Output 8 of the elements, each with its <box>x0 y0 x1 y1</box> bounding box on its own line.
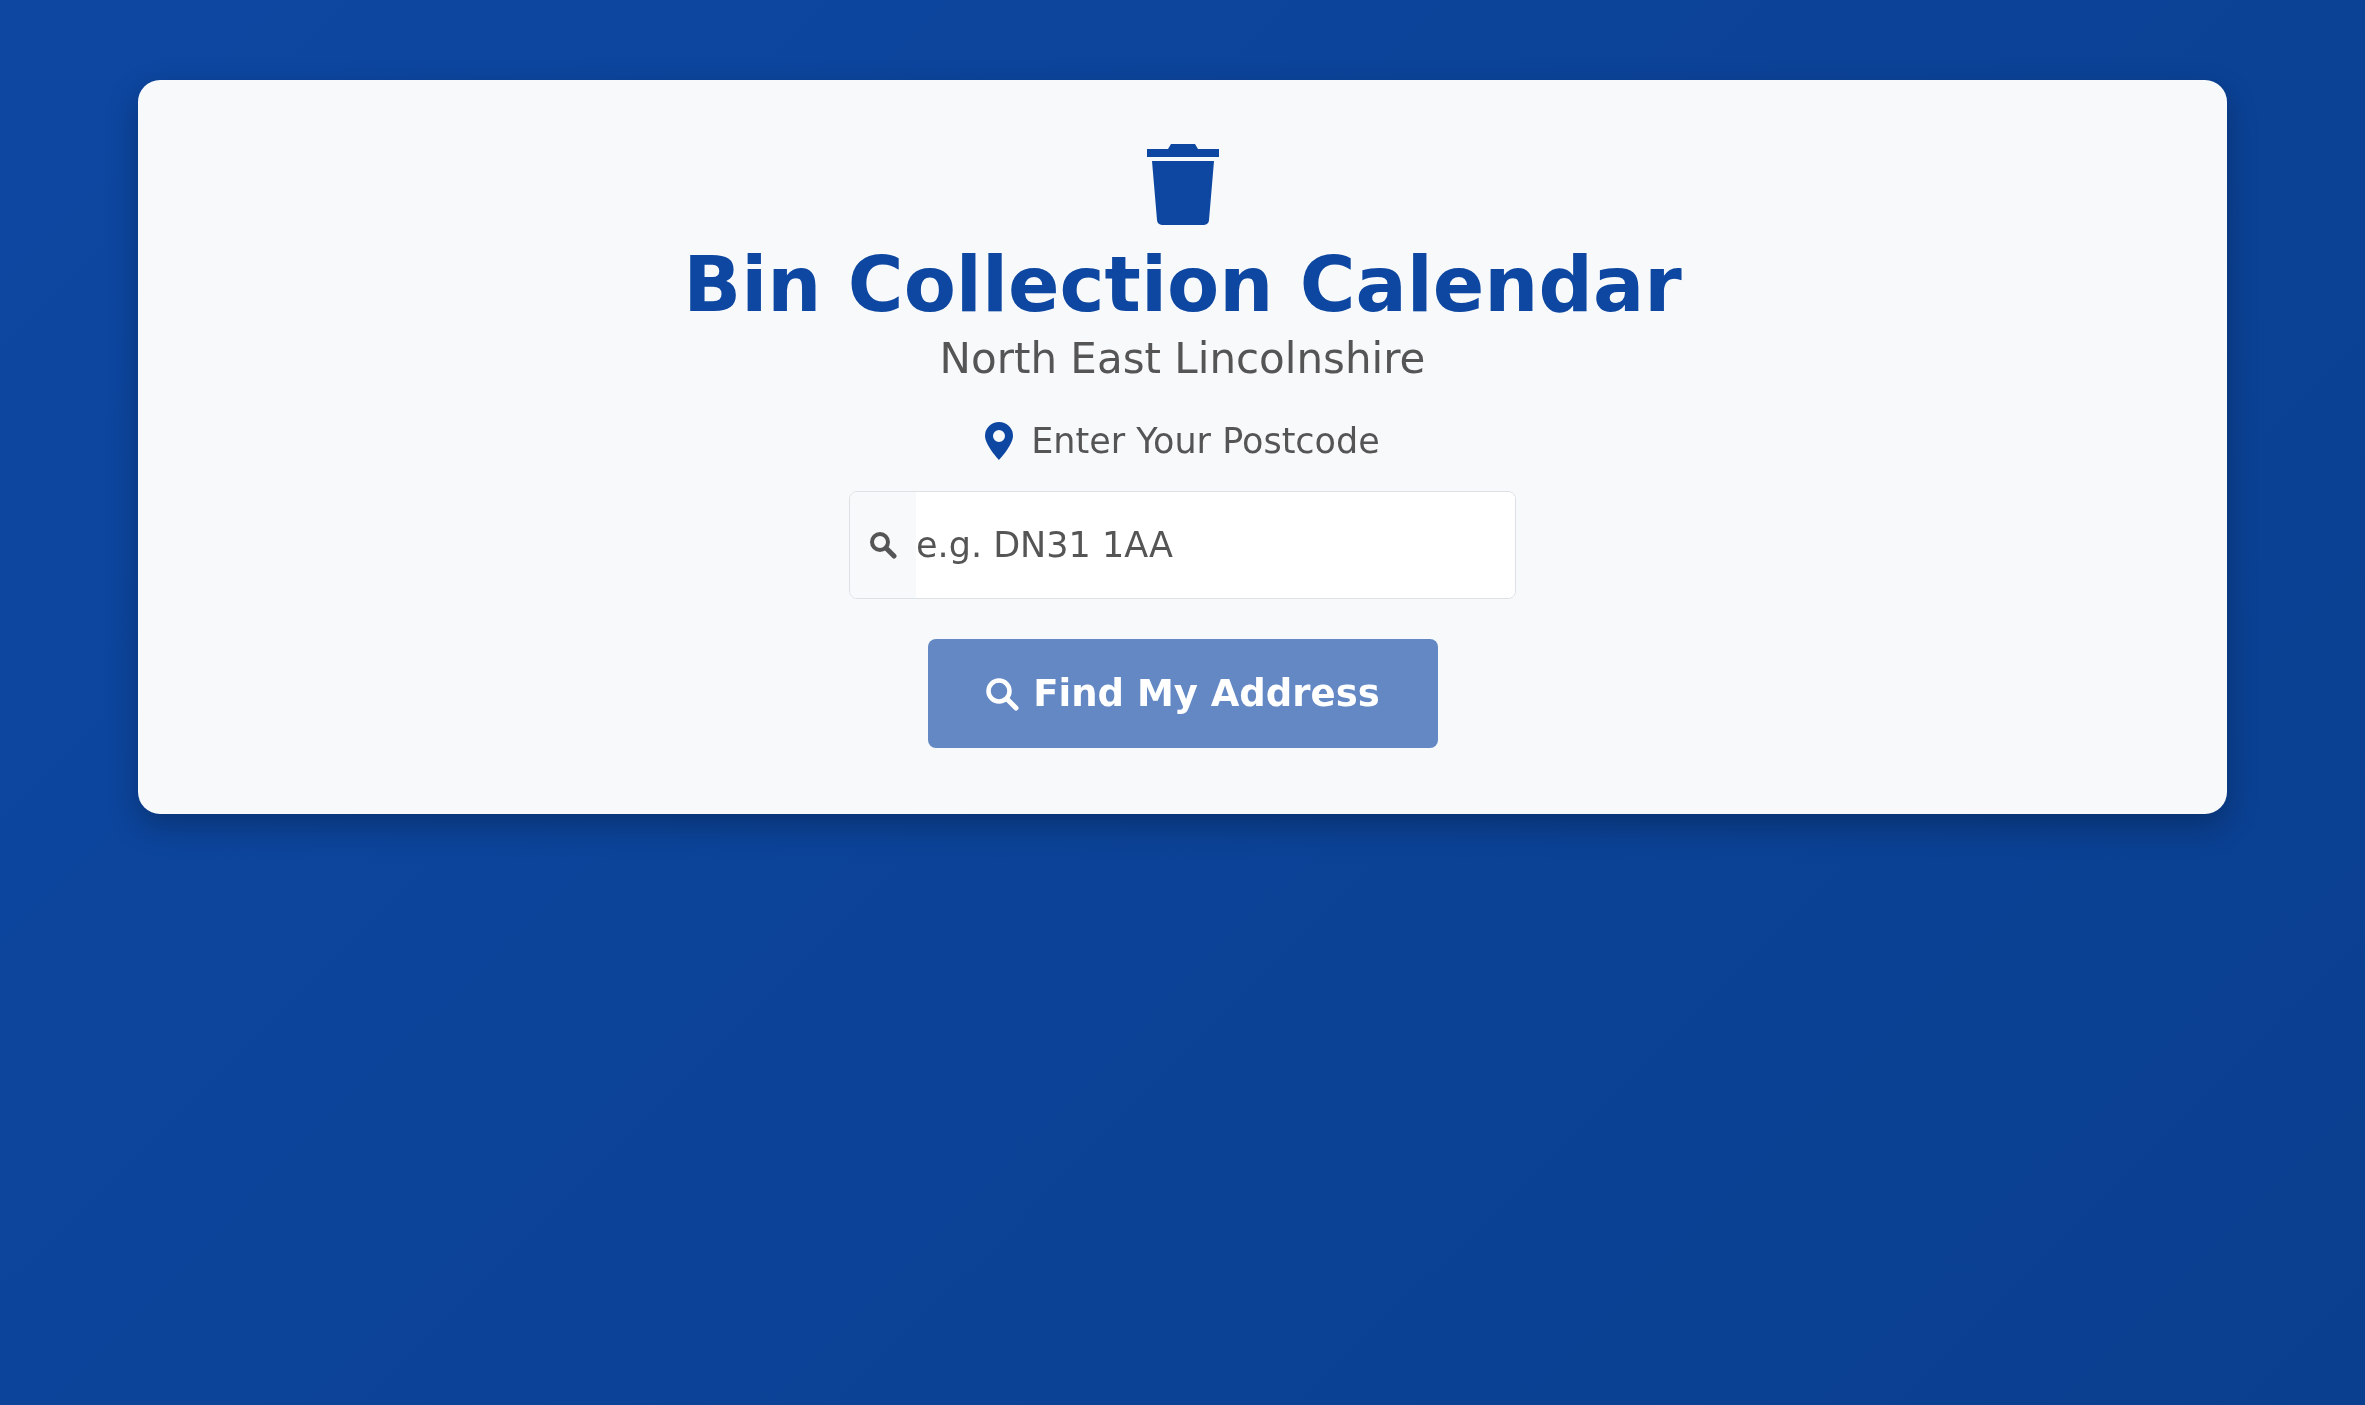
trash-can-icon <box>1146 144 1219 225</box>
location-pin-icon <box>985 422 1014 461</box>
search-icon <box>869 531 897 560</box>
page-title: Bin Collection Calendar <box>683 239 1682 331</box>
region-subtitle: North East Lincolnshire <box>939 334 1426 384</box>
postcode-label: Enter Your Postcode <box>1031 421 1380 462</box>
search-icon <box>985 676 1020 711</box>
postcode-field[interactable]: e.g. DN31 1AA <box>849 491 1516 600</box>
